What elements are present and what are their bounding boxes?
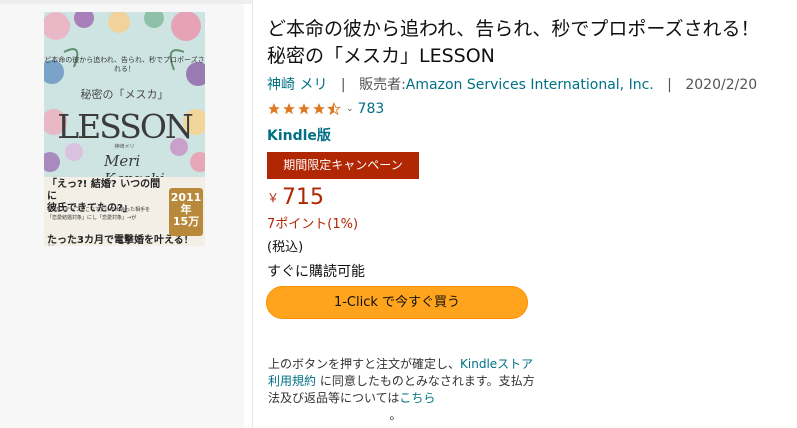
publish-date: 2020/2/20 (685, 77, 758, 93)
cover-author: 神崎メリ (114, 144, 135, 150)
rating-count-link[interactable]: 783 (358, 101, 385, 117)
price: ￥ 715 (267, 185, 324, 210)
chevron-down-icon[interactable]: ⌄ (346, 104, 354, 114)
availability-status: すぐに購読可能 (267, 264, 365, 280)
star-full-icon (283, 103, 295, 115)
byline: 神崎 メリ | 販売者:Amazon Services Internationa… (267, 74, 787, 94)
star-full-icon (313, 103, 325, 115)
byline-separator: | (667, 77, 672, 93)
band-small-2: 「恋愛結婚対象」にし「恋愛対象」→が (47, 215, 137, 221)
book-cover-image[interactable]: ど本命の彼から追われ、告られ、秒でプロポーズされる！ 秘密の「メスカ」 LESS… (44, 12, 205, 246)
band-small-1: 4つのステップをこなすだけで出会った相手を (47, 207, 151, 213)
points-earned: 7ポイント(1%) (267, 217, 359, 232)
byline-separator: | (340, 77, 346, 93)
tax-note: (税込) (267, 240, 304, 255)
cover-tagline: ど本命の彼から追われ、告られ、秒でプロポーズされる！ (44, 56, 205, 73)
one-click-buy-button[interactable]: 1-Click で今すぐ買う (266, 286, 528, 319)
currency-symbol: ￥ (267, 191, 280, 205)
rating-widget[interactable]: ⌄ 783 (267, 99, 384, 119)
cover-subtitle: 秘密の「メスカ」 (80, 88, 169, 101)
format-kindle-link[interactable]: Kindle版 (267, 125, 331, 145)
cover-title: LESSON (57, 107, 194, 146)
seller-prefix: 販売者: (359, 77, 406, 93)
purchase-terms-text: 上のボタンを押すと注文が確定し、Kindleストア利用規約 に同意したものとみな… (268, 357, 535, 422)
payment-returns-link[interactable]: こちら (399, 391, 435, 405)
top-divider (0, 0, 252, 4)
limited-time-deal-badge: 期間限定キャンペーン (267, 152, 419, 179)
seller-link[interactable]: Amazon Services International, Inc. (406, 77, 654, 93)
price-amount: 715 (282, 185, 325, 210)
band-footnote: メリ (47, 243, 55, 246)
author-link[interactable]: 神崎 メリ (267, 77, 327, 93)
title-line-2: 秘密の「メスカ」LESSON (267, 45, 495, 67)
column-divider (252, 0, 253, 428)
title-line-1: ど本命の彼から追われ、告られ、秒でプロポーズされる！ (267, 18, 760, 40)
star-half-icon (327, 102, 341, 116)
product-title: ど本命の彼から追われ、告られ、秒でプロポーズされる！ 秘密の「メスカ」LESSO… (267, 16, 787, 70)
star-full-icon (268, 103, 280, 115)
cover-badge: 2011年 15万 (169, 188, 203, 236)
star-full-icon (298, 103, 310, 115)
star-rating (267, 102, 342, 116)
